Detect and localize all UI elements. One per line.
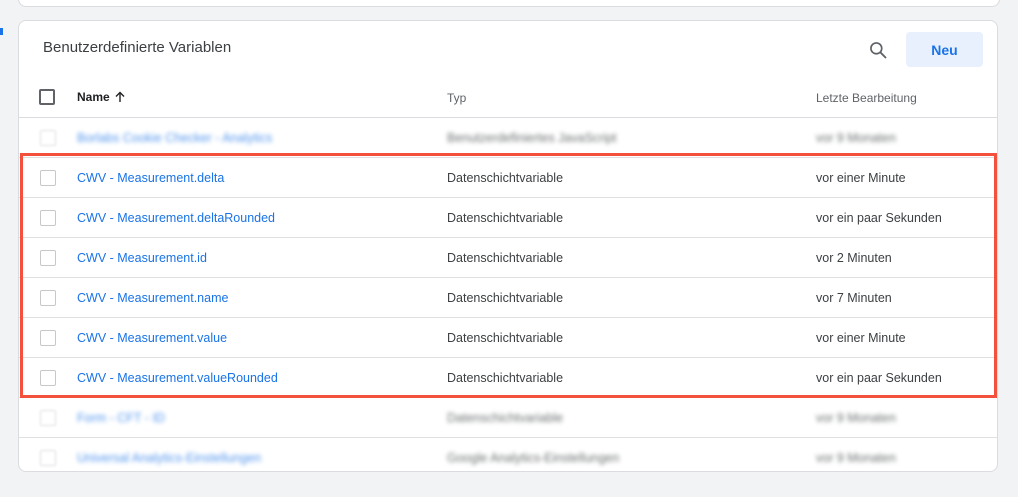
row-checkbox[interactable] (40, 370, 56, 386)
table-row[interactable]: CWV - Measurement.delta Datenschichtvaria… (19, 158, 997, 198)
table-row[interactable]: CWV - Measurement.id Datenschichtvariable… (19, 238, 997, 278)
table-row[interactable]: Universal Analytics-Einstellungen Google … (19, 438, 997, 471)
variable-type: Google Analytics-Einstellungen (447, 451, 620, 465)
variable-type: Benutzerdefiniertes JavaScript (447, 131, 617, 145)
row-checkbox[interactable] (40, 210, 56, 226)
variable-name-link[interactable]: CWV - Measurement.name (77, 291, 228, 305)
variable-type: Datenschichtvariable (447, 371, 564, 385)
column-header-last-edit[interactable]: Letzte Bearbeitung (816, 91, 917, 105)
variable-name-link[interactable]: Universal Analytics-Einstellungen (77, 451, 261, 465)
table-row[interactable]: CWV - Measurement.valueRounded Datenschic… (19, 358, 997, 398)
variable-type: Datenschichtvariable (447, 251, 564, 265)
variable-type: Datenschichtvariable (447, 171, 564, 185)
search-icon (870, 42, 887, 59)
variable-name-link[interactable]: CWV - Measurement.id (77, 251, 207, 265)
variables-card: Benutzerdefinierte Variablen Neu Name Ty… (18, 20, 998, 472)
variable-last-edit: vor 9 Monaten (816, 131, 896, 145)
nav-indicator (0, 28, 3, 35)
row-checkbox[interactable] (40, 170, 56, 186)
variable-type: Datenschichtvariable (447, 411, 564, 425)
variable-last-edit: vor ein paar Sekunden (816, 371, 942, 385)
table-row[interactable]: CWV - Measurement.value Datenschichtvaria… (19, 318, 997, 358)
variable-name-link[interactable]: CWV - Measurement.deltaRounded (77, 211, 275, 225)
variable-last-edit: vor einer Minute (816, 331, 906, 345)
column-header-name[interactable]: Name (77, 90, 126, 104)
variable-type: Datenschichtvariable (447, 331, 564, 345)
variable-type: Datenschichtvariable (447, 291, 564, 305)
card-title: Benutzerdefinierte Variablen (43, 39, 232, 56)
variable-name-link[interactable]: CWV - Measurement.delta (77, 171, 224, 185)
column-header-name-label: Name (77, 90, 110, 104)
table-row[interactable]: Form - CFT - ID Datenschichtvariable vor 9… (19, 398, 997, 438)
variable-type: Datenschichtvariable (447, 211, 564, 225)
table-row[interactable]: CWV - Measurement.name Datenschichtvariab… (19, 278, 997, 318)
row-checkbox[interactable] (40, 450, 56, 466)
variable-last-edit: vor 9 Monaten (816, 411, 896, 425)
arrow-up-icon (115, 91, 125, 102)
row-checkbox[interactable] (40, 130, 56, 146)
variable-last-edit: vor 2 Minuten (816, 251, 892, 265)
select-all-checkbox[interactable] (39, 89, 55, 105)
variable-last-edit: vor einer Minute (816, 171, 906, 185)
previous-card (18, 0, 1000, 7)
table-row[interactable]: Borlabs Cookie Checker - Analytics Benutz… (19, 118, 997, 158)
variable-name-link[interactable]: CWV - Measurement.value (77, 331, 227, 345)
variable-last-edit: vor ein paar Sekunden (816, 211, 942, 225)
variable-name-link[interactable]: CWV - Measurement.valueRounded (77, 371, 278, 385)
table-header: Name Typ Letzte Bearbeitung (19, 78, 997, 118)
table-row[interactable]: CWV - Measurement.deltaRounded Datenschic… (19, 198, 997, 238)
variable-last-edit: vor 7 Minuten (816, 291, 892, 305)
row-checkbox[interactable] (40, 290, 56, 306)
variable-name-link[interactable]: Form - CFT - ID (77, 411, 165, 425)
variable-name-link[interactable]: Borlabs Cookie Checker - Analytics (77, 131, 272, 145)
row-checkbox[interactable] (40, 330, 56, 346)
column-header-type[interactable]: Typ (447, 91, 466, 105)
row-checkbox[interactable] (40, 250, 56, 266)
search-button[interactable] (865, 37, 891, 63)
variable-last-edit: vor 9 Monaten (816, 451, 896, 465)
new-button[interactable]: Neu (906, 32, 983, 67)
row-checkbox[interactable] (40, 410, 56, 426)
